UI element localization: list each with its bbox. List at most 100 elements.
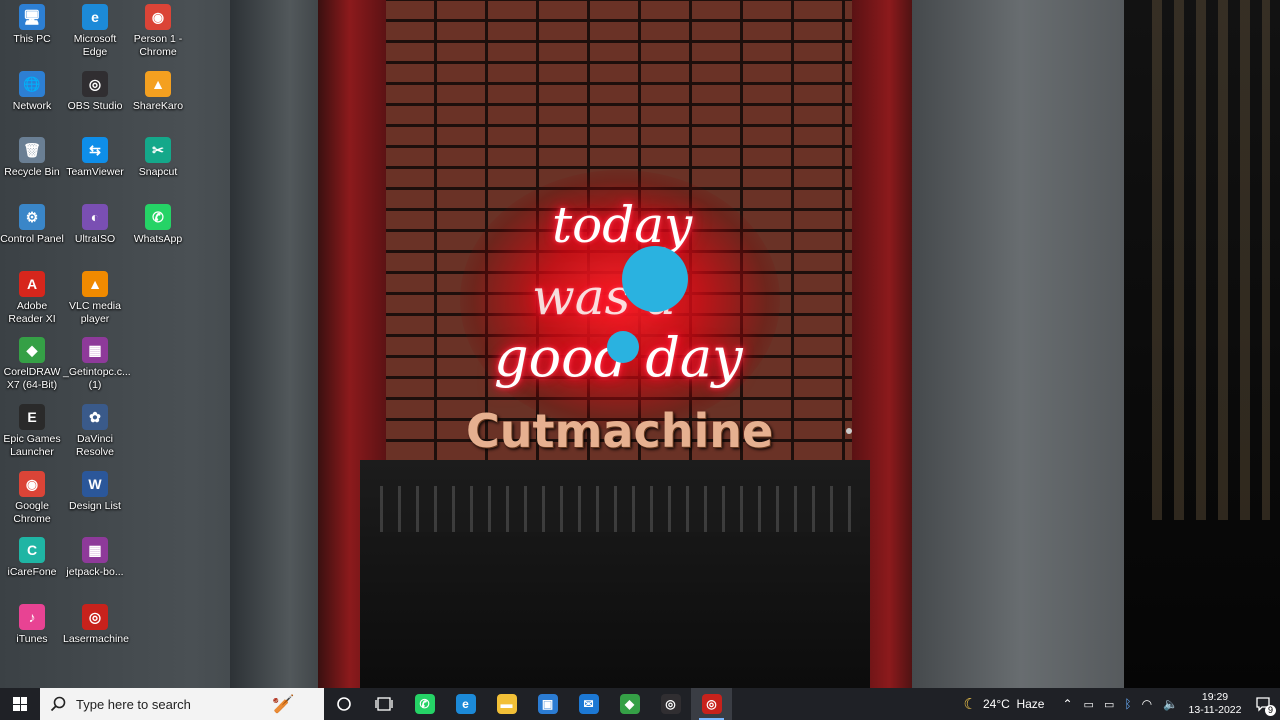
chevron-up-icon[interactable]: ⌃ xyxy=(1062,697,1072,711)
desktop-icon-label: Person 1 - Chrome xyxy=(133,33,183,58)
desktop-icon-label: jetpack-bo... xyxy=(66,566,124,578)
desktop-icon[interactable]: ▲ ShareKaro xyxy=(126,67,190,113)
desktop-icon-label: Snapcut xyxy=(138,166,178,178)
battery-icon[interactable]: ▭ xyxy=(1104,698,1114,711)
desktop-icon-label: ShareKaro xyxy=(132,100,184,112)
volume-muted-icon[interactable]: 🔈 xyxy=(1163,697,1178,711)
desktop-icon-label: WhatsApp xyxy=(133,233,183,245)
desktop-icon[interactable]: ⇆ TeamViewer xyxy=(63,133,127,179)
search-icon xyxy=(50,696,66,712)
cursor-highlight-dot xyxy=(607,331,639,363)
desktop-icon-label: Recycle Bin xyxy=(4,166,60,178)
this-pc-icon: 🖥 xyxy=(19,4,45,30)
desktop-icon[interactable]: e Microsoft Edge xyxy=(63,0,127,59)
sharekaro-icon: ▲ xyxy=(145,71,171,97)
obs-studio-icon: ◎ xyxy=(660,694,681,714)
desktop-icon[interactable]: W Design List xyxy=(63,467,127,513)
edge-icon: e xyxy=(82,4,108,30)
taskbar: 🏏 ✆ e ▬ ▣ ✉ ◆ ◎ ◎ ☾ 24°C Haze ⌃ ▭ ▭ ᛒ ◠ 🔈 19:29… xyxy=(0,688,1280,720)
desktop-icon-label: Epic Games Launcher xyxy=(3,433,61,458)
desktop-icon-label: _Getintopc.c... (1) xyxy=(63,366,131,391)
davinci-resolve-icon: ✿ xyxy=(82,404,108,430)
desktop-icon[interactable]: E Epic Games Launcher xyxy=(0,400,64,459)
task-view-button[interactable] xyxy=(364,688,404,720)
desktop-icon[interactable]: ✆ WhatsApp xyxy=(126,200,190,246)
watermark-text: Cutmachine xyxy=(466,404,774,458)
taskbar-app-microsoft-store[interactable]: ▣ xyxy=(527,688,568,720)
desktop-icon-label: CorelDRAW X7 (64-Bit) xyxy=(3,366,61,391)
taskbar-app-mail[interactable]: ✉ xyxy=(568,688,609,720)
desktop-icon-label: TeamViewer xyxy=(66,166,124,178)
weather-text[interactable]: 24°C Haze xyxy=(983,697,1045,711)
notification-center-button[interactable]: 9 xyxy=(1246,688,1280,720)
desktop-icon-label: DaVinci Resolve xyxy=(76,433,114,458)
control-panel-icon: ⚙ xyxy=(19,204,45,230)
cortana-button[interactable] xyxy=(324,688,364,720)
taskbar-app-obs-studio[interactable]: ◎ xyxy=(650,688,691,720)
cortana-circle-icon xyxy=(337,697,351,711)
desktop-icon-label: VLC media player xyxy=(69,300,121,325)
taskbar-app-file-explorer[interactable]: ▬ xyxy=(486,688,527,720)
desktop-icon[interactable]: A Adobe Reader XI xyxy=(0,267,64,326)
start-button[interactable] xyxy=(0,688,40,720)
desktop-icon-label: UltraISO xyxy=(74,233,116,245)
clock-time: 19:29 xyxy=(1201,691,1229,703)
desktop-icon[interactable]: ⚙ Control Panel xyxy=(0,200,64,246)
taskbar-app-lasermachine[interactable]: ◎ xyxy=(691,688,732,720)
desktop-icon-label: Adobe Reader XI xyxy=(8,300,56,325)
desktop-icon[interactable]: ♪ iTunes xyxy=(0,600,64,646)
bluetooth-icon[interactable]: ᛒ xyxy=(1124,697,1131,711)
desktop-icon-label: Microsoft Edge xyxy=(73,33,117,58)
desktop-icon[interactable]: ◉ Google Chrome xyxy=(0,467,64,526)
desktop-icon-label: Lasermachine xyxy=(63,633,129,645)
network-icon: 🌐 xyxy=(19,71,45,97)
vlc-icon: ▲ xyxy=(82,271,108,297)
neon-sign-line: today xyxy=(552,196,693,254)
weather-moon-icon[interactable]: ☾ xyxy=(964,695,977,713)
desktop-icon[interactable]: ◎ OBS Studio xyxy=(63,67,127,113)
taskbar-pinned-apps: ✆ e ▬ ▣ ✉ ◆ ◎ ◎ xyxy=(404,688,732,720)
chrome-profile-icon: ◉ xyxy=(145,4,171,30)
desktop-icon[interactable]: ◉ Person 1 - Chrome xyxy=(126,0,190,59)
desktop-icon[interactable]: 🖥 This PC xyxy=(0,0,64,46)
coreldraw-icon: ◆ xyxy=(619,694,640,714)
task-view-icon xyxy=(375,697,393,711)
taskbar-app-whatsapp[interactable]: ✆ xyxy=(404,688,445,720)
microsoft-store-icon: ▣ xyxy=(537,694,558,714)
notification-count-badge: 9 xyxy=(1264,705,1276,716)
teamviewer-icon: ⇆ xyxy=(82,137,108,163)
desktop-icon-label: iTunes xyxy=(16,633,48,645)
wifi-icon[interactable]: ◠ xyxy=(1142,697,1152,711)
desktop-icon[interactable]: ◐ UltraISO xyxy=(63,200,127,246)
desktop-icon[interactable]: CiCareFone xyxy=(0,533,64,579)
search-highlight-icon: 🏏 xyxy=(272,693,295,714)
desktop-icon[interactable]: ▲ VLC media player xyxy=(63,267,127,326)
desktop-icon-label: Google Chrome xyxy=(13,500,51,525)
windows-logo-icon xyxy=(13,697,27,711)
taskbar-app-edge[interactable]: e xyxy=(445,688,486,720)
desktop-icon[interactable]: ◎ Lasermachine xyxy=(63,600,129,646)
search-input[interactable] xyxy=(74,695,268,713)
epic-games-icon: E xyxy=(19,404,45,430)
taskbar-search-box[interactable]: 🏏 xyxy=(40,688,324,720)
clock-date: 13-11-2022 xyxy=(1188,704,1242,716)
adobe-reader-icon: A xyxy=(19,271,45,297)
desktop-icon[interactable]: ◆ CorelDRAW X7 (64-Bit) xyxy=(0,333,64,392)
word-document-icon: W xyxy=(82,471,108,497)
desktop-icon-label: Network xyxy=(12,100,52,112)
desktop-icon[interactable]: ▦ jetpack-bo... xyxy=(63,533,127,579)
desktop-icon[interactable]: ▦ _Getintopc.c... (1) xyxy=(63,333,131,392)
obs-icon: ◎ xyxy=(82,71,108,97)
desktop-icon[interactable]: ✂ Snapcut xyxy=(126,133,190,179)
desktop-icon[interactable]: 🗑 Recycle Bin xyxy=(0,133,64,179)
desktop-icon-label: Control Panel xyxy=(0,233,64,245)
recycle-bin-icon: 🗑 xyxy=(19,137,45,163)
winrar-archive-icon: ▦ xyxy=(82,337,108,363)
desktop-icon[interactable]: ✿ DaVinci Resolve xyxy=(63,400,127,459)
coreldraw-icon: ◆ xyxy=(19,337,45,363)
taskbar-app-coreldraw[interactable]: ◆ xyxy=(609,688,650,720)
meet-now-icon[interactable]: ▭ xyxy=(1084,698,1094,711)
icarefone-icon: C xyxy=(19,537,45,563)
system-clock[interactable]: 19:29 13-11-2022 xyxy=(1184,691,1246,717)
desktop-icon[interactable]: 🌐 Network xyxy=(0,67,64,113)
